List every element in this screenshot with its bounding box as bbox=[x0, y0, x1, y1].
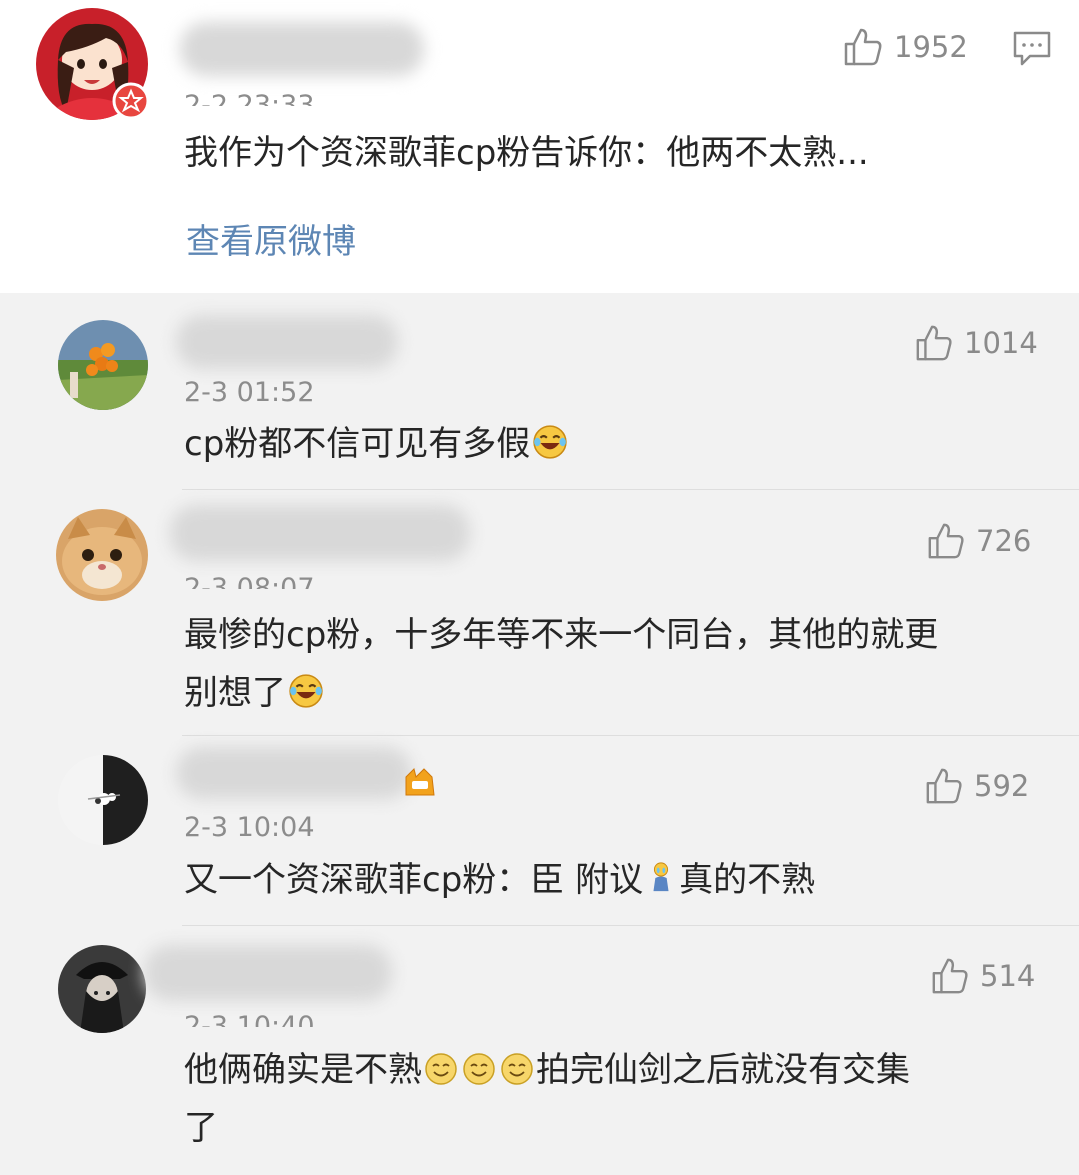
replies-list: 1014 2-3 01:52 cp粉都不信可见有多假 726 最惨的cp粉，十多… bbox=[0, 293, 1079, 1175]
comment-timestamp: 2-3 10:04 bbox=[184, 812, 315, 843]
like-count: 514 bbox=[980, 959, 1036, 993]
vip-badge-icon bbox=[402, 767, 438, 801]
username-blurred[interactable] bbox=[180, 22, 424, 76]
like-count: 1014 bbox=[964, 326, 1038, 360]
thumbs-up-icon bbox=[926, 768, 962, 804]
comment-icon[interactable] bbox=[1012, 30, 1052, 72]
like-button[interactable]: 592 bbox=[924, 766, 1029, 806]
comment-text: cp粉都不信可见有多假 bbox=[184, 415, 570, 473]
like-button[interactable]: 514 bbox=[930, 956, 1035, 996]
weibo-comment-page: 2-2 23:33 1952 我作为个资深歌菲cp粉告诉你：他两不太熟... 查… bbox=[0, 0, 1079, 1175]
comment-text-line: 他俩确实是不熟 拍完仙剑之后就没有交集 bbox=[184, 1050, 910, 1090]
username-blurred[interactable] bbox=[176, 747, 412, 799]
comment-timestamp: 2-3 08:07 bbox=[184, 575, 315, 589]
comment-text-line: 最惨的cp粉，十多年等不来一个同台，其他的就更 bbox=[184, 615, 939, 655]
avatar[interactable] bbox=[56, 509, 148, 601]
comment-text-line: 了 bbox=[184, 1108, 218, 1148]
thumbs-up-icon bbox=[844, 28, 882, 66]
username-blurred[interactable] bbox=[144, 945, 392, 1001]
view-original-link[interactable]: 查看原微博 bbox=[186, 214, 356, 263]
crying-figure-emoji-icon bbox=[653, 862, 669, 892]
crown-badge-icon bbox=[112, 82, 150, 124]
laughing-emoji-icon bbox=[533, 425, 567, 459]
comment-text: 又一个资深歌菲cp粉：臣 附议 真的不熟 bbox=[184, 860, 816, 900]
like-button[interactable]: 1014 bbox=[914, 323, 1038, 363]
thumbs-up-icon bbox=[928, 523, 964, 559]
username-blurred[interactable] bbox=[170, 505, 470, 561]
avatar[interactable] bbox=[58, 755, 148, 845]
like-button[interactable]: 726 bbox=[926, 521, 1031, 561]
smile-emoji-icon bbox=[501, 1053, 533, 1085]
main-comment: 2-2 23:33 1952 我作为个资深歌菲cp粉告诉你：他两不太熟... 查… bbox=[0, 0, 1079, 293]
divider bbox=[182, 735, 1079, 736]
username-blurred[interactable] bbox=[176, 315, 398, 369]
like-button[interactable]: 1952 bbox=[842, 26, 968, 68]
smile-emoji-icon bbox=[425, 1053, 457, 1085]
avatar[interactable] bbox=[58, 945, 146, 1033]
comment-timestamp: 2-3 01:52 bbox=[184, 377, 315, 408]
divider bbox=[182, 925, 1079, 926]
thumbs-up-icon bbox=[916, 325, 952, 361]
like-count: 592 bbox=[974, 769, 1030, 803]
comment-text-body: cp粉都不信可见有多假 bbox=[184, 424, 531, 464]
comment-timestamp: 2-2 23:33 bbox=[184, 92, 315, 106]
avatar[interactable] bbox=[58, 320, 148, 410]
divider bbox=[182, 489, 1079, 490]
thumbs-up-icon bbox=[932, 958, 968, 994]
smile-emoji-icon bbox=[463, 1053, 495, 1085]
comment-timestamp: 2-3 10:40 bbox=[184, 1013, 315, 1027]
laughing-emoji-icon bbox=[289, 674, 323, 708]
like-count: 1952 bbox=[894, 30, 968, 64]
like-count: 726 bbox=[976, 524, 1032, 558]
comment-text-line: 别想了 bbox=[184, 664, 938, 722]
comment-text: 他俩确实是不熟 拍完仙剑之后就没有交集 了 bbox=[184, 1041, 910, 1157]
comment-text: 我作为个资深歌菲cp粉告诉你：他两不太熟... bbox=[184, 133, 869, 173]
comment-text: 最惨的cp粉，十多年等不来一个同台，其他的就更 别想了 bbox=[184, 606, 938, 722]
